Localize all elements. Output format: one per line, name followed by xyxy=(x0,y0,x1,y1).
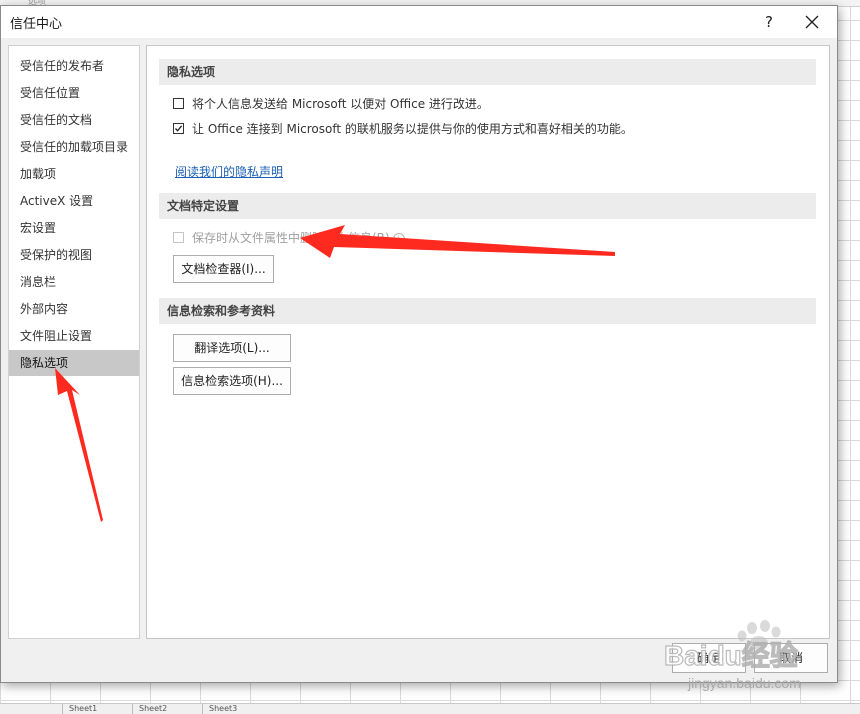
privacy-section-header: 隐私选项 xyxy=(159,59,816,85)
research-section-header: 信息检索和参考资料 xyxy=(159,298,816,324)
nav-item-macro-settings[interactable]: 宏设置 xyxy=(9,215,139,241)
help-button[interactable]: ? xyxy=(757,10,781,34)
nav-item-trusted-documents[interactable]: 受信任的文档 xyxy=(9,107,139,133)
nav-item-addins[interactable]: 加载项 xyxy=(9,161,139,187)
nav-item-privacy-options[interactable]: 隐私选项 xyxy=(9,350,139,376)
dialog-title: 信任中心 xyxy=(10,17,63,32)
dialog-titlebar: 信任中心 ? xyxy=(1,6,837,38)
connect-online-services-option[interactable]: 让 Office 连接到 Microsoft 的联机服务以提供与你的使用方式和喜… xyxy=(173,120,633,138)
research-options-button[interactable]: 信息检索选项(H)... xyxy=(173,367,291,395)
nav-item-message-bar[interactable]: 消息栏 xyxy=(9,269,139,295)
connect-online-services-checkbox[interactable] xyxy=(173,123,184,134)
connect-online-services-label: 让 Office 连接到 Microsoft 的联机服务以提供与你的使用方式和喜… xyxy=(192,122,633,136)
info-icon: i xyxy=(392,232,405,245)
privacy-statement-link[interactable]: 阅读我们的隐私声明 xyxy=(175,163,283,180)
baidu-jingyan-watermark: Baidu经验 jingyan.baidu.com xyxy=(663,620,801,691)
document-section-header: 文档特定设置 xyxy=(159,193,816,219)
trust-center-dialog: 信任中心 ? 受信任的发布者 受信任位置 受信任的文档 受信任的加载项目录 加载… xyxy=(0,5,838,683)
close-icon xyxy=(805,15,819,29)
translation-options-button[interactable]: 翻译选项(L)... xyxy=(173,334,291,362)
category-nav: 受信任的发布者 受信任位置 受信任的文档 受信任的加载项目录 加载项 Activ… xyxy=(8,45,140,639)
nav-item-trusted-publishers[interactable]: 受信任的发布者 xyxy=(9,53,139,79)
send-personal-info-option[interactable]: 将个人信息发送给 Microsoft 以便对 Office 进行改进。 xyxy=(173,95,489,113)
send-personal-info-checkbox[interactable] xyxy=(173,98,184,109)
nav-item-trusted-locations[interactable]: 受信任位置 xyxy=(9,80,139,106)
nav-item-external-content[interactable]: 外部内容 xyxy=(9,296,139,322)
nav-item-protected-view[interactable]: 受保护的视图 xyxy=(9,242,139,268)
sheet-tab-bar: Sheet1 Sheet2 Sheet3 xyxy=(0,703,860,714)
help-icon: ? xyxy=(765,13,773,31)
close-button[interactable] xyxy=(799,10,825,34)
document-inspector-button[interactable]: 文档检查器(I)... xyxy=(173,255,274,283)
settings-panel: 隐私选项 将个人信息发送给 Microsoft 以便对 Office 进行改进。… xyxy=(146,45,830,639)
remove-personal-info-option: 保存时从文件属性中删除个人信息(R) i xyxy=(173,229,405,247)
send-personal-info-label: 将个人信息发送给 Microsoft 以便对 Office 进行改进。 xyxy=(192,97,489,111)
watermark-brand: Baidu经验 xyxy=(664,639,798,671)
checkmark-icon xyxy=(175,125,183,132)
remove-personal-info-checkbox xyxy=(173,232,184,243)
nav-item-activex[interactable]: ActiveX 设置 xyxy=(9,188,139,214)
nav-item-file-block[interactable]: 文件阻止设置 xyxy=(9,323,139,349)
watermark-url: jingyan.baidu.com xyxy=(687,675,801,691)
remove-personal-info-label: 保存时从文件属性中删除个人信息(R) xyxy=(192,231,390,245)
nav-item-trusted-addin-catalogs[interactable]: 受信任的加载项目录 xyxy=(9,134,139,160)
